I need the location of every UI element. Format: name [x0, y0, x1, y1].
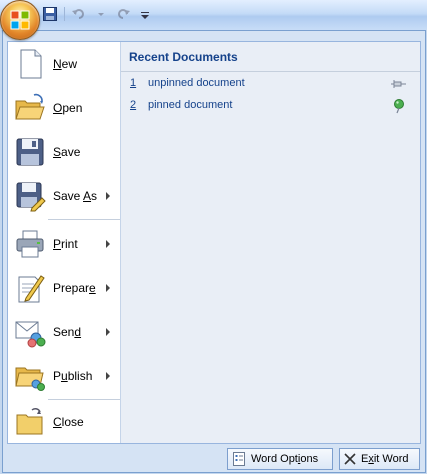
office-button[interactable]: [0, 0, 40, 40]
menu-item-label: New: [53, 57, 78, 71]
recent-documents-title: Recent Documents: [129, 50, 238, 64]
menu-item-new[interactable]: New: [8, 42, 120, 86]
menu-item-label: Prepare: [53, 281, 96, 295]
menu-item-prepare[interactable]: Prepare: [8, 266, 120, 310]
undo-icon: [72, 9, 84, 19]
qat-undo-button[interactable]: [69, 4, 89, 24]
close-icon: [344, 453, 356, 465]
submenu-arrow-icon: [106, 372, 110, 380]
recent-document-number: 1: [130, 77, 137, 89]
publish-icon: [15, 367, 45, 391]
new-document-icon: [20, 49, 42, 79]
exit-word-button[interactable]: Exit Word: [339, 448, 420, 470]
qat-separator: [64, 7, 65, 21]
qat-undo-dropdown[interactable]: [91, 4, 111, 24]
menu-item-label: Close: [53, 415, 84, 429]
menu-item-print[interactable]: Print: [8, 222, 120, 266]
recent-document-name: unpinned document: [148, 77, 245, 89]
menu-item-label: Save As: [53, 189, 98, 203]
command-list: New Open Save Save As Print Prepare Send…: [8, 42, 121, 443]
chevron-down-icon: [98, 13, 104, 16]
quick-access-toolbar: [40, 4, 155, 24]
close-folder-icon: [16, 408, 43, 435]
menu-item-save-as[interactable]: Save As: [8, 174, 120, 218]
word-options-button[interactable]: Word Options: [227, 448, 333, 470]
send-icon: [15, 321, 46, 348]
qat-customize-button[interactable]: [135, 4, 155, 24]
office-menu: New Open Save Save As Print Prepare Send…: [2, 30, 426, 473]
recent-document-number: 2: [130, 99, 137, 111]
exit-word-label: Exit Word: [361, 453, 409, 465]
menu-item-label: Save: [53, 145, 81, 159]
menu-item-send[interactable]: Send: [8, 310, 120, 354]
menu-item-label: Open: [53, 101, 83, 115]
qat-save-button[interactable]: [40, 4, 60, 24]
title-bar: [0, 0, 427, 30]
menu-separator: [48, 219, 120, 220]
menu-item-publish[interactable]: Publish: [8, 354, 120, 398]
menu-item-label: Print: [53, 237, 78, 251]
redo-icon: [118, 9, 130, 19]
menu-item-label: Send: [53, 325, 82, 339]
customize-qat-icon: [141, 12, 149, 19]
submenu-arrow-icon: [106, 240, 110, 248]
prepare-icon: [18, 275, 45, 303]
menu-item-open[interactable]: Open: [8, 86, 120, 130]
open-folder-icon: [15, 93, 45, 120]
printer-icon: [16, 230, 44, 258]
office-logo-icon: [10, 10, 30, 30]
save-as-icon: [16, 182, 46, 212]
recent-document-item[interactable]: 1 unpinned document: [121, 74, 420, 94]
save-icon: [43, 7, 57, 21]
submenu-arrow-icon: [106, 328, 110, 336]
recent-document-item[interactable]: 2 pinned document: [121, 96, 420, 116]
submenu-arrow-icon: [106, 192, 110, 200]
unpinned-pin-icon[interactable]: [391, 76, 407, 92]
recent-document-name: pinned document: [148, 99, 233, 111]
recent-documents-pane: Recent Documents 1 unpinned document 2 p…: [121, 42, 420, 443]
submenu-arrow-icon: [106, 284, 110, 292]
word-options-label: Word Options: [251, 453, 319, 465]
recent-documents-divider: [121, 71, 420, 72]
menu-item-label: Publish: [53, 369, 93, 383]
save-disk-icon: [16, 138, 44, 166]
qat-redo-button[interactable]: [113, 4, 133, 24]
menu-item-save[interactable]: Save: [8, 130, 120, 174]
word-options-icon: [233, 452, 245, 466]
menu-item-close[interactable]: Close: [8, 400, 120, 444]
office-menu-panel: New Open Save Save As Print Prepare Send…: [7, 41, 421, 444]
pinned-pin-icon[interactable]: [391, 98, 407, 114]
